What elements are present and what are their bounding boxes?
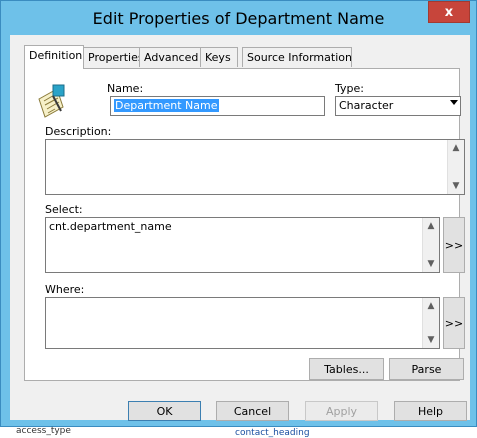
tab-advanced[interactable]: Advanced xyxy=(139,47,201,67)
tab-source-information[interactable]: Source Information xyxy=(242,47,352,67)
help-button[interactable]: Help xyxy=(394,401,467,421)
select-label: Select: xyxy=(45,203,83,216)
type-select[interactable]: Character xyxy=(335,96,461,116)
where-field[interactable]: ▲ ▼ xyxy=(45,297,440,349)
name-field[interactable]: Department Name xyxy=(110,96,325,116)
description-field[interactable]: ▲ ▼ xyxy=(45,139,465,195)
cancel-button[interactable]: Cancel xyxy=(216,401,289,421)
tab-keys[interactable]: Keys xyxy=(200,47,238,67)
description-label: Description: xyxy=(45,125,112,138)
tab-properties[interactable]: Properties xyxy=(83,47,144,67)
description-scrollbar[interactable]: ▲ ▼ xyxy=(447,140,464,194)
type-select-value: Character xyxy=(339,99,394,112)
arrow-down-icon[interactable]: ▼ xyxy=(423,332,439,348)
parse-button[interactable]: Parse xyxy=(389,358,464,380)
select-expand-button[interactable]: >> xyxy=(443,217,465,273)
name-label: Name: xyxy=(107,82,144,95)
apply-button[interactable]: Apply xyxy=(305,401,378,421)
background-window: access_type contact_heading xyxy=(0,426,477,438)
where-label: Where: xyxy=(45,283,85,296)
tab-definition[interactable]: Definition xyxy=(24,45,84,69)
where-expand-button[interactable]: >> xyxy=(443,297,465,349)
close-icon: x xyxy=(444,4,454,20)
type-label: Type: xyxy=(335,82,364,95)
title-bar[interactable]: Edit Properties of Department Name x xyxy=(1,1,476,35)
arrow-up-icon[interactable]: ▲ xyxy=(423,298,439,314)
ok-button[interactable]: OK xyxy=(128,401,201,421)
edit-item-icon xyxy=(35,81,69,121)
dialog-client-area: Definition Properties Advanced Keys Sour… xyxy=(10,35,470,421)
arrow-down-icon[interactable]: ▼ xyxy=(448,178,464,194)
window-title: Edit Properties of Department Name xyxy=(92,9,385,28)
select-scrollbar[interactable]: ▲ ▼ xyxy=(422,218,439,272)
select-field[interactable]: cnt.department_name ▲ ▼ xyxy=(45,217,440,273)
tables-button[interactable]: Tables... xyxy=(309,358,384,380)
select-value: cnt.department_name xyxy=(49,220,172,233)
where-scrollbar[interactable]: ▲ ▼ xyxy=(422,298,439,348)
background-left-text: access_type xyxy=(16,426,71,436)
arrow-up-icon[interactable]: ▲ xyxy=(448,140,464,156)
arrow-up-icon[interactable]: ▲ xyxy=(423,218,439,234)
dialog-window: Edit Properties of Department Name x Def… xyxy=(0,0,477,427)
arrow-down-icon[interactable]: ▼ xyxy=(423,256,439,272)
chevron-down-icon xyxy=(450,100,458,105)
close-button[interactable]: x xyxy=(428,1,470,23)
definition-panel: Name: Department Name Type: Character De… xyxy=(24,68,465,381)
name-field-value: Department Name xyxy=(114,99,219,112)
